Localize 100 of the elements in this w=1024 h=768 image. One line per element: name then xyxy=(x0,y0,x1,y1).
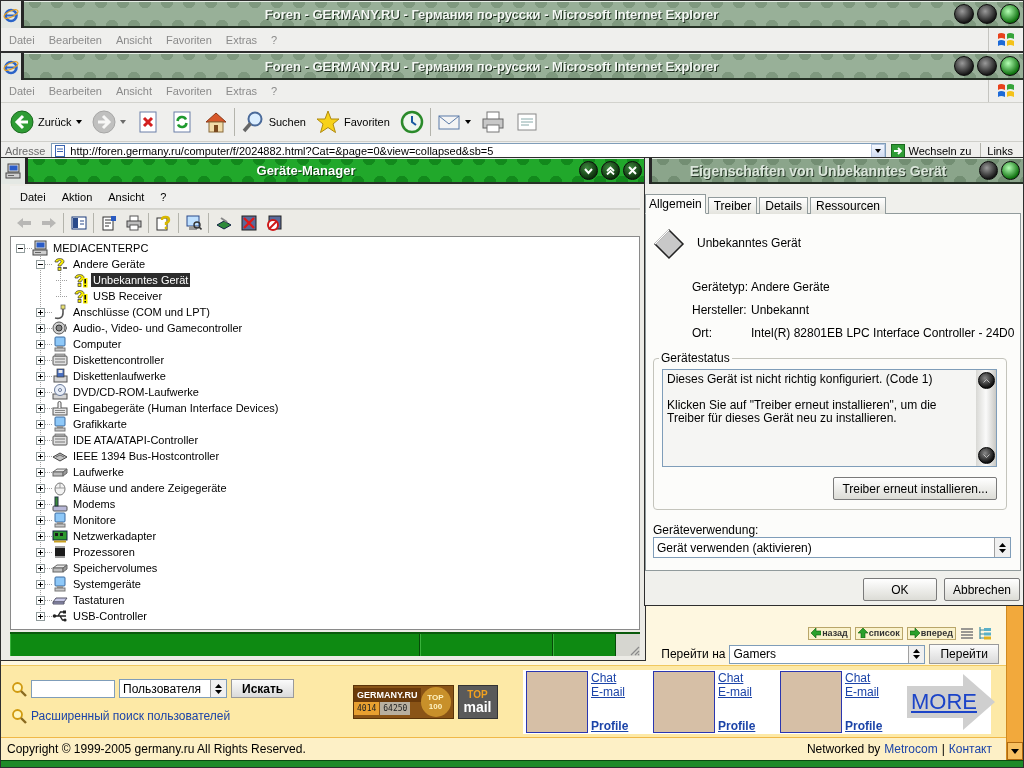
expand-toggle[interactable] xyxy=(36,595,45,605)
tree-item[interactable]: USB Receiver xyxy=(91,289,165,303)
tab[interactable]: Allgemein xyxy=(645,194,706,214)
tree-item[interactable]: DVD/CD-ROM-Laufwerke xyxy=(71,385,201,399)
menu-item[interactable]: Ansicht xyxy=(100,191,153,203)
advanced-search-link[interactable]: Расширенный поиск пользователей xyxy=(31,709,231,723)
tree-item[interactable]: Anschlüsse (COM und LPT) xyxy=(71,305,212,319)
email-link[interactable]: E-mail xyxy=(845,684,889,699)
footer-link[interactable]: Metrocom xyxy=(884,742,938,756)
expand-toggle[interactable] xyxy=(36,355,45,365)
tree-item[interactable]: Mäuse und andere Zeigegeräte xyxy=(71,481,229,495)
expand-toggle[interactable] xyxy=(36,515,45,525)
tab[interactable]: Ressourcen xyxy=(809,197,886,214)
go-button[interactable]: Перейти xyxy=(929,644,999,664)
tree-item[interactable]: Speichervolumes xyxy=(71,561,160,575)
expand-toggle[interactable] xyxy=(36,467,45,477)
expand-toggle[interactable] xyxy=(36,323,45,333)
close-button[interactable] xyxy=(1000,4,1020,24)
profile-link[interactable]: Profile xyxy=(718,718,762,733)
tree-item[interactable]: Prozessoren xyxy=(71,545,137,559)
tree-item[interactable]: Andere Geräte xyxy=(71,257,148,271)
dropdown-button[interactable] xyxy=(870,144,885,158)
expand-toggle[interactable] xyxy=(36,563,45,573)
expand-toggle[interactable] xyxy=(36,547,45,557)
maximize-button[interactable] xyxy=(977,56,997,76)
expand-toggle[interactable] xyxy=(36,371,45,381)
menu-item[interactable]: Aktion xyxy=(53,191,101,203)
email-link[interactable]: E-mail xyxy=(591,684,635,699)
favorites-button[interactable]: Favoriten xyxy=(312,106,393,138)
close-button[interactable] xyxy=(623,161,642,180)
expand-toggle[interactable] xyxy=(36,531,45,541)
tab[interactable]: Treiber xyxy=(707,197,758,214)
footer-link[interactable]: Контакт xyxy=(948,742,992,756)
tree-item[interactable]: Monitore xyxy=(71,513,118,527)
expand-toggle[interactable] xyxy=(36,387,45,397)
expand-toggle[interactable] xyxy=(36,307,45,317)
status-message-field[interactable]: Dieses Gerät ist nicht richtig konfiguriert. (Code 1) Klicken Sie auf "Treiber erneut installieren", um die Treiber für dieses Gerät neu zu installieren. xyxy=(662,369,997,467)
ok-button[interactable]: OK xyxy=(862,578,937,601)
help-button[interactable] xyxy=(979,161,998,180)
back-button[interactable]: Zurück xyxy=(7,106,85,138)
profile-link[interactable]: Profile xyxy=(591,718,635,733)
tab[interactable]: Details xyxy=(759,197,808,214)
chat-link[interactable]: Chat xyxy=(718,670,762,685)
minimize-button[interactable] xyxy=(954,56,974,76)
expand-toggle[interactable] xyxy=(36,611,45,621)
expand-toggle[interactable] xyxy=(16,243,25,253)
expand-toggle[interactable] xyxy=(36,435,45,445)
reinstall-driver-button[interactable]: Treiber erneut installieren... xyxy=(833,477,997,500)
minimize-button[interactable] xyxy=(954,4,974,24)
tree-item[interactable]: Systemgeräte xyxy=(71,577,143,591)
tree-item[interactable]: Audio-, Video- und Gamecontroller xyxy=(71,321,245,335)
scroll-up-button[interactable] xyxy=(977,372,995,389)
tree-item[interactable]: MEDIACENTERPC xyxy=(51,241,151,255)
tree-item[interactable]: Laufwerke xyxy=(71,465,126,479)
chevron-down-icon xyxy=(584,166,593,175)
tree-item[interactable]: Grafikkarte xyxy=(71,417,129,431)
expand-toggle[interactable] xyxy=(36,579,45,589)
scroll-down-button[interactable] xyxy=(977,447,995,464)
chat-link[interactable]: Chat xyxy=(845,670,889,685)
tree-item[interactable]: Diskettenlaufwerke xyxy=(71,369,168,383)
scroll-down-button[interactable] xyxy=(1007,742,1023,760)
menu-item[interactable]: Datei xyxy=(12,191,54,203)
expand-toggle[interactable] xyxy=(36,451,45,461)
forward-button[interactable]: вперед xyxy=(906,626,956,640)
list-button[interactable]: список xyxy=(854,626,903,640)
field-value: Andere Geräte xyxy=(751,279,831,295)
search-field[interactable] xyxy=(31,679,115,698)
board-select[interactable]: Gamers xyxy=(729,644,926,664)
tree-item[interactable]: Eingabegeräte (Human Interface Devices) xyxy=(71,401,281,415)
scope-select[interactable]: Пользователя xyxy=(119,679,227,698)
tree-item[interactable]: Netzwerkadapter xyxy=(71,529,159,543)
tree-item[interactable]: Unbekanntes Gerät xyxy=(91,273,191,287)
expand-toggle[interactable] xyxy=(36,419,45,429)
maximize-button[interactable] xyxy=(601,161,620,180)
tree-item[interactable]: IDE ATA/ATAPI-Controller xyxy=(71,433,201,447)
tree-item[interactable]: Computer xyxy=(71,337,124,351)
close-button[interactable] xyxy=(1000,56,1020,76)
tree-item[interactable]: Tastaturen xyxy=(71,593,127,607)
cancel-button[interactable]: Abbrechen xyxy=(943,578,1020,601)
chat-link[interactable]: Chat xyxy=(591,670,635,685)
close-button[interactable] xyxy=(1001,161,1020,180)
search-button[interactable]: Искать xyxy=(231,679,295,698)
profile-link[interactable]: Profile xyxy=(845,718,889,733)
expand-toggle[interactable] xyxy=(36,499,45,509)
email-link[interactable]: E-mail xyxy=(718,684,762,699)
back-button[interactable]: назад xyxy=(808,626,851,640)
expand-toggle[interactable] xyxy=(36,339,45,349)
expand-toggle[interactable] xyxy=(36,483,45,493)
search-button[interactable]: Suchen xyxy=(237,106,309,138)
tree-item[interactable]: Modems xyxy=(71,497,118,511)
usage-select[interactable]: Gerät verwenden (aktivieren) xyxy=(653,537,1011,558)
scrollbar[interactable] xyxy=(976,370,996,466)
tree-item[interactable]: USB-Controller xyxy=(71,609,149,623)
tree-item[interactable]: IEEE 1394 Bus-Hostcontroller xyxy=(71,449,222,463)
tree-item[interactable]: Diskettencontroller xyxy=(71,353,167,367)
expand-toggle[interactable] xyxy=(36,259,45,269)
menu-item[interactable]: ? xyxy=(152,191,175,203)
minimize-button[interactable] xyxy=(579,161,598,180)
expand-toggle[interactable] xyxy=(36,403,45,413)
maximize-button[interactable] xyxy=(977,4,997,24)
